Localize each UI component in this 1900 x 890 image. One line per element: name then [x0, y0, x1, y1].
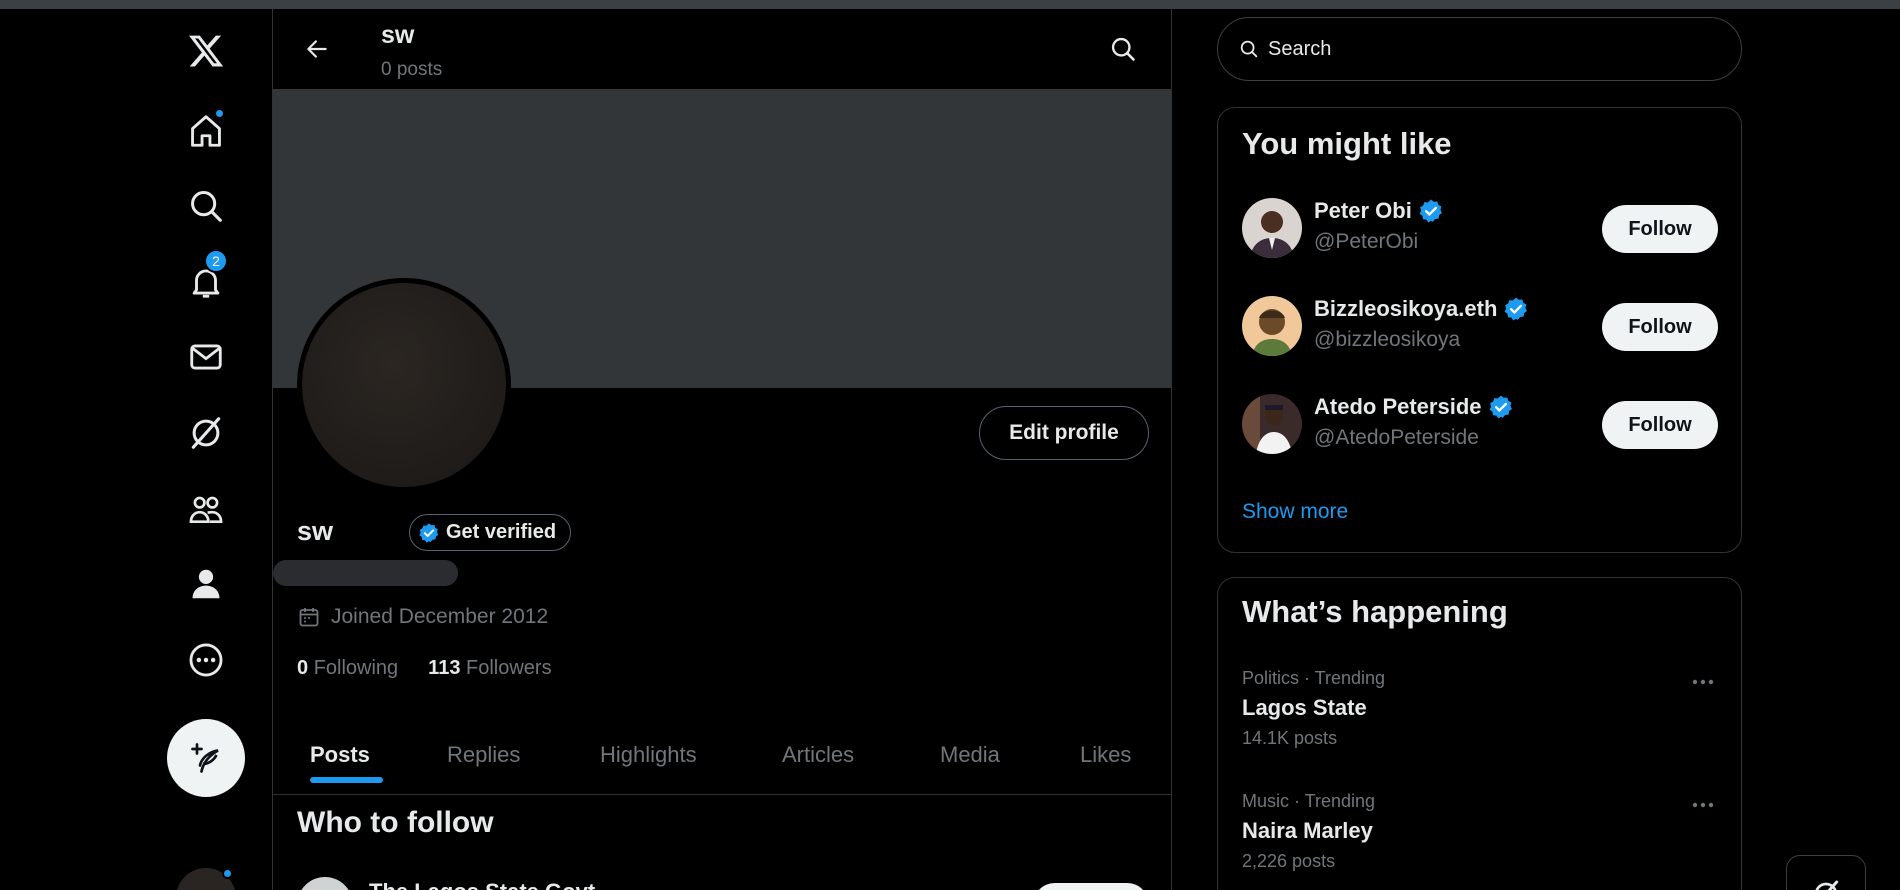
profile-header-bar: sw 0 posts — [273, 9, 1171, 89]
suggestion-name-text: Atedo Peterside — [1314, 394, 1482, 419]
tab-posts[interactable]: Posts — [310, 715, 370, 795]
who-to-follow-name[interactable]: The Lagos State Govt — [369, 879, 595, 890]
suggestion-peter-obi[interactable]: Peter Obi @PeterObi Follow — [1242, 198, 1718, 260]
verified-badge-icon — [1419, 199, 1442, 223]
avatar — [1242, 394, 1302, 454]
get-verified-label: Get verified — [446, 521, 557, 543]
follow-stats: 0 Following 113 Followers — [297, 657, 552, 680]
profile-icon[interactable] — [166, 554, 246, 614]
profile-avatar[interactable] — [297, 278, 511, 492]
calendar-icon — [299, 608, 319, 627]
header-display-name: sw — [381, 21, 415, 49]
tab-articles[interactable]: Articles — [782, 715, 854, 795]
show-more-link[interactable]: Show more — [1242, 500, 1348, 524]
who-to-follow-title: Who to follow — [297, 806, 494, 839]
active-tab-indicator — [310, 777, 383, 783]
search-box[interactable] — [1217, 17, 1742, 81]
tab-media[interactable]: Media — [940, 715, 1000, 795]
trend-meta: Politics · Trending — [1242, 668, 1386, 688]
search-icon — [1240, 40, 1258, 58]
follow-button[interactable]: Follow — [1602, 205, 1718, 253]
search-profile-icon[interactable] — [1103, 29, 1143, 69]
profile-display-name: sw — [297, 516, 334, 546]
suggestion-name: Peter Obi — [1314, 198, 1444, 224]
compose-post-button[interactable] — [167, 719, 245, 797]
compose-feather-icon — [191, 743, 219, 773]
edit-profile-button[interactable]: Edit profile — [979, 406, 1149, 460]
followers-count: 113 — [428, 657, 461, 679]
home-unread-dot — [214, 108, 225, 119]
profile-main-column: sw 0 posts Edit profile sw Get verified … — [272, 9, 1172, 890]
grok-icon[interactable] — [166, 403, 246, 463]
profile-tabs: Posts Replies Highlights Articles Media … — [273, 715, 1171, 795]
trend-count: 2,226 posts — [1242, 851, 1336, 871]
header-posts-count: 0 posts — [381, 59, 443, 80]
trend-name: Naira Marley — [1242, 818, 1373, 843]
avatar — [1242, 198, 1302, 258]
back-arrow-icon[interactable] — [297, 29, 337, 69]
joined-text: Joined December 2012 — [331, 605, 549, 628]
suggestion-bizzleosikoya[interactable]: Bizzleosikoya.eth @bizzleosikoya Follow — [1242, 296, 1718, 358]
verified-badge-icon — [1505, 297, 1528, 321]
more-options-icon[interactable] — [1688, 672, 1718, 692]
you-might-like-title: You might like — [1242, 126, 1452, 161]
follow-button[interactable]: Follow — [1602, 303, 1718, 351]
verified-badge-icon — [1489, 395, 1512, 419]
tab-likes[interactable]: Likes — [1080, 715, 1131, 795]
tab-highlights[interactable]: Highlights — [600, 715, 697, 795]
suggestion-name: Bizzleosikoya.eth — [1314, 296, 1529, 322]
more-options-icon[interactable] — [1688, 795, 1718, 815]
following-link[interactable]: 0 Following — [297, 657, 398, 680]
who-to-follow-button[interactable] — [1033, 883, 1149, 890]
messages-mail-icon[interactable] — [166, 327, 246, 387]
x-logo-icon[interactable] — [166, 21, 246, 81]
get-verified-button[interactable]: Get verified — [409, 514, 572, 551]
suggestion-name: Atedo Peterside — [1314, 394, 1514, 420]
following-label: Following — [313, 657, 399, 679]
communities-icon[interactable] — [166, 479, 246, 539]
browser-top-strip — [0, 0, 1900, 9]
more-circle-icon[interactable] — [166, 630, 246, 690]
followers-label: Followers — [466, 657, 552, 679]
trend-name: Lagos State — [1242, 695, 1367, 720]
verified-badge-icon — [419, 522, 439, 543]
follow-button[interactable]: Follow — [1602, 401, 1718, 449]
followers-link[interactable]: 113 Followers — [428, 657, 551, 680]
you-might-like-panel: You might like Peter Obi @PeterObi Follo… — [1217, 107, 1742, 553]
suggestion-handle: @PeterObi — [1314, 230, 1419, 253]
suggestion-handle: @bizzleosikoya — [1314, 328, 1461, 351]
avatar — [1242, 296, 1302, 356]
trend-item[interactable]: Politics · Trending Lagos State 14.1K po… — [1242, 668, 1718, 749]
account-unread-dot — [222, 868, 233, 879]
notifications-bell-icon[interactable]: 2 — [166, 249, 246, 312]
account-avatar[interactable] — [176, 868, 236, 890]
suggestion-handle: @AtedoPeterside — [1314, 426, 1479, 449]
joined-date: Joined December 2012 — [297, 605, 548, 629]
suggestion-atedo-peterside[interactable]: Atedo Peterside @AtedoPeterside Follow — [1242, 394, 1718, 456]
whats-happening-title: What’s happening — [1242, 594, 1508, 629]
search-input[interactable] — [1268, 37, 1708, 61]
whats-happening-panel: What’s happening Politics · Trending Lag… — [1217, 577, 1742, 890]
following-count: 0 — [297, 657, 309, 679]
trend-meta: Music · Trending — [1242, 791, 1376, 811]
trend-item[interactable]: Music · Trending Naira Marley 2,226 post… — [1242, 791, 1718, 872]
who-to-follow-avatar[interactable] — [297, 877, 353, 890]
tab-replies[interactable]: Replies — [447, 715, 520, 795]
grok-icon — [1815, 880, 1839, 890]
left-navigation: 2 — [0, 9, 272, 890]
blurred-handle — [273, 560, 458, 586]
suggestion-name-text: Peter Obi — [1314, 198, 1412, 223]
grok-floating-button[interactable] — [1786, 855, 1866, 890]
suggestion-name-text: Bizzleosikoya.eth — [1314, 296, 1498, 321]
trend-count: 14.1K posts — [1242, 728, 1338, 748]
notifications-count-badge: 2 — [204, 249, 228, 273]
explore-search-icon[interactable] — [166, 176, 246, 236]
home-icon[interactable] — [166, 101, 246, 161]
